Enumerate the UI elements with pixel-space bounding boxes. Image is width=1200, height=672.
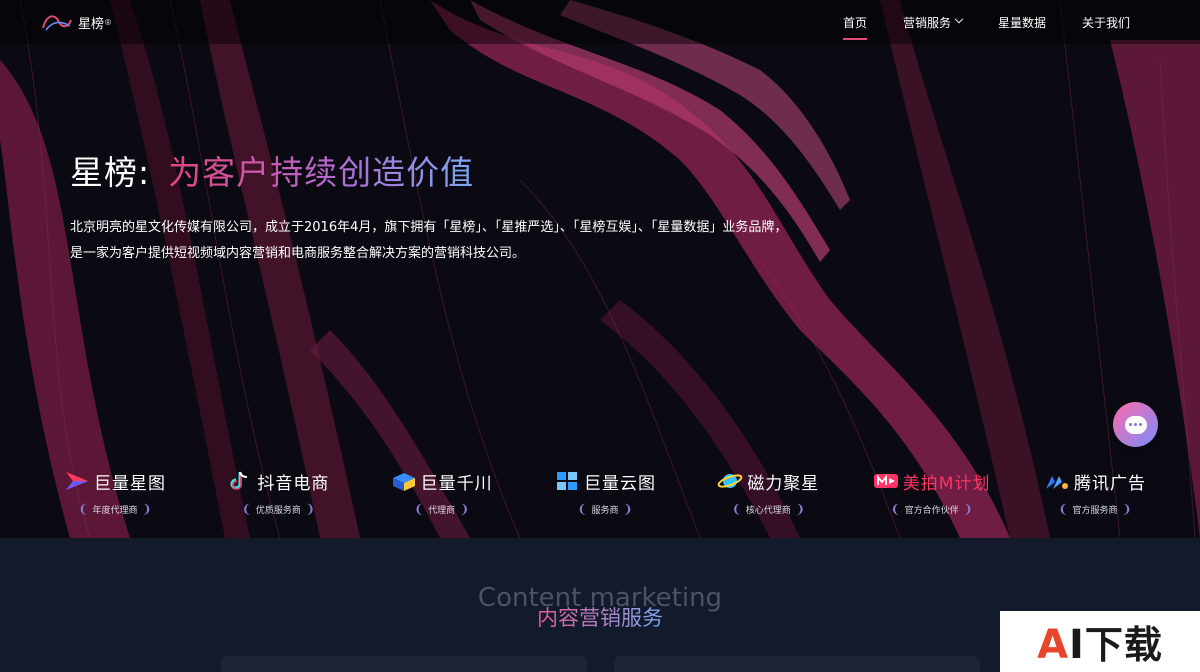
partner-item: 抖音电商 ❨ 优质服务商 ❩ — [213, 466, 343, 526]
laurel-right-icon: ❩ — [304, 502, 315, 516]
watermark-i: I — [1069, 622, 1085, 668]
partner-name: 抖音电商 — [257, 473, 330, 494]
nav-item-home[interactable]: 首页 — [842, 14, 867, 40]
partner-tag: 服务商 — [591, 505, 619, 516]
chat-button[interactable] — [1113, 402, 1158, 447]
laurel-right-icon: ❩ — [794, 502, 805, 516]
cili-icon — [717, 474, 743, 488]
laurel-right-icon: ❩ — [962, 502, 973, 516]
logo-registered-mark: ® — [104, 17, 113, 27]
partner-item: 磁力聚星 ❨ 核心代理商 ❩ — [703, 466, 833, 526]
laurel-left-icon: ❨ — [241, 502, 252, 516]
logo-text: 星榜 — [78, 16, 105, 32]
laurel-left-icon: ❨ — [890, 502, 901, 516]
nav-item-label: 星量数据 — [997, 15, 1046, 30]
partner-name: 美拍M计划 — [902, 473, 991, 494]
laurel-right-icon: ❩ — [459, 502, 470, 516]
nav-links: 首页 营销服务 星量数据 关于我们 — [807, 0, 1130, 44]
partner-item: 巨量千川 ❨ 代理商 ❩ — [377, 466, 507, 526]
partner-tag: 年度代理商 — [92, 505, 138, 516]
partner-item: 巨量云图 ❨ 服务商 ❩ — [540, 466, 670, 526]
section-title-cn: 内容营销服务 — [537, 606, 663, 630]
service-card[interactable] — [614, 656, 980, 672]
douyin-icon — [230, 471, 248, 490]
logo[interactable]: 星榜 ® — [40, 10, 112, 34]
service-card[interactable] — [221, 656, 587, 672]
yuntu-icon — [556, 472, 577, 490]
meipai-icon — [873, 474, 898, 488]
laurel-right-icon: ❩ — [141, 502, 152, 516]
hero-title: 星榜: 为客户持续创造价值 — [70, 146, 474, 194]
partner-tag: 代理商 — [428, 505, 456, 516]
hero-description-line: 是一家为客户提供短视频域内容营销和电商服务整合解决方案的营销科技公司。 — [70, 246, 526, 261]
partner-item: 巨量星图 ❨ 年度代理商 ❩ — [50, 466, 180, 526]
hero-description: 北京明亮的星文化传媒有限公司，成立于2016年4月，旗下拥有「星榜」、「星推严选… — [70, 215, 910, 267]
nav-item-about-us[interactable]: 关于我们 — [1082, 14, 1130, 31]
tencent-ads-icon — [1045, 476, 1068, 489]
qianchuan-icon — [392, 473, 415, 491]
partner-name: 巨量千川 — [420, 473, 493, 494]
nav-item-label: 关于我们 — [1081, 15, 1130, 30]
laurel-left-icon: ❨ — [78, 502, 89, 516]
partner-tag: 官方服务商 — [1072, 505, 1118, 516]
chat-bubble-icon — [1124, 415, 1147, 434]
top-navbar: 星榜 ® 首页 营销服务 星量数据 关于我们 — [0, 0, 1200, 44]
partner-name: 巨量云图 — [583, 473, 656, 494]
laurel-right-icon: ❩ — [1121, 502, 1132, 516]
watermark-cn: 下载 — [1084, 623, 1163, 667]
xingbang-logo-icon — [42, 15, 72, 31]
nav-item-xingliang-data[interactable]: 星量数据 — [998, 14, 1046, 31]
watermark-logo: AI下载 — [1000, 611, 1200, 672]
partner-item: 美拍M计划 ❨ 官方合作伙伴 ❩ — [867, 466, 997, 526]
partner-tag: 优质服务商 — [255, 505, 301, 516]
laurel-left-icon: ❨ — [731, 502, 742, 516]
partner-logos: 巨量星图 ❨ 年度代理商 ❩ 抖音电商 ❨ 优质服务商 ❩ 巨量千川 ❨ 代理商 ❩ — [50, 466, 1160, 526]
nav-item-label: 首页 — [842, 15, 867, 30]
laurel-left-icon: ❨ — [1058, 502, 1069, 516]
hero-background-waves — [0, 0, 1200, 538]
partner-item: 腾讯广告 ❨ 官方服务商 ❩ — [1030, 466, 1160, 526]
nav-item-marketing-services[interactable]: 营销服务 — [902, 14, 964, 31]
laurel-left-icon: ❨ — [414, 502, 425, 516]
hero-description-line: 北京明亮的星文化传媒有限公司，成立于2016年4月，旗下拥有「星榜」、「星推严选… — [70, 220, 788, 235]
partner-name: 巨量星图 — [94, 473, 166, 494]
chevron-down-icon — [954, 14, 964, 24]
partner-tag: 核心代理商 — [745, 505, 791, 516]
partner-name: 磁力聚星 — [747, 473, 820, 494]
hero-title-brand: 星榜: — [70, 153, 151, 192]
nav-item-label: 营销服务 — [902, 15, 951, 30]
hero-title-slogan: 为客户持续创造价值 — [168, 153, 475, 192]
partner-tag: 官方合作伙伴 — [904, 505, 959, 516]
laurel-left-icon: ❨ — [577, 502, 588, 516]
watermark-a: A — [1037, 622, 1070, 668]
laurel-right-icon: ❩ — [622, 502, 633, 516]
xingtu-icon — [66, 472, 88, 490]
partner-name: 腾讯广告 — [1073, 473, 1146, 494]
hero-banner — [0, 0, 1200, 538]
